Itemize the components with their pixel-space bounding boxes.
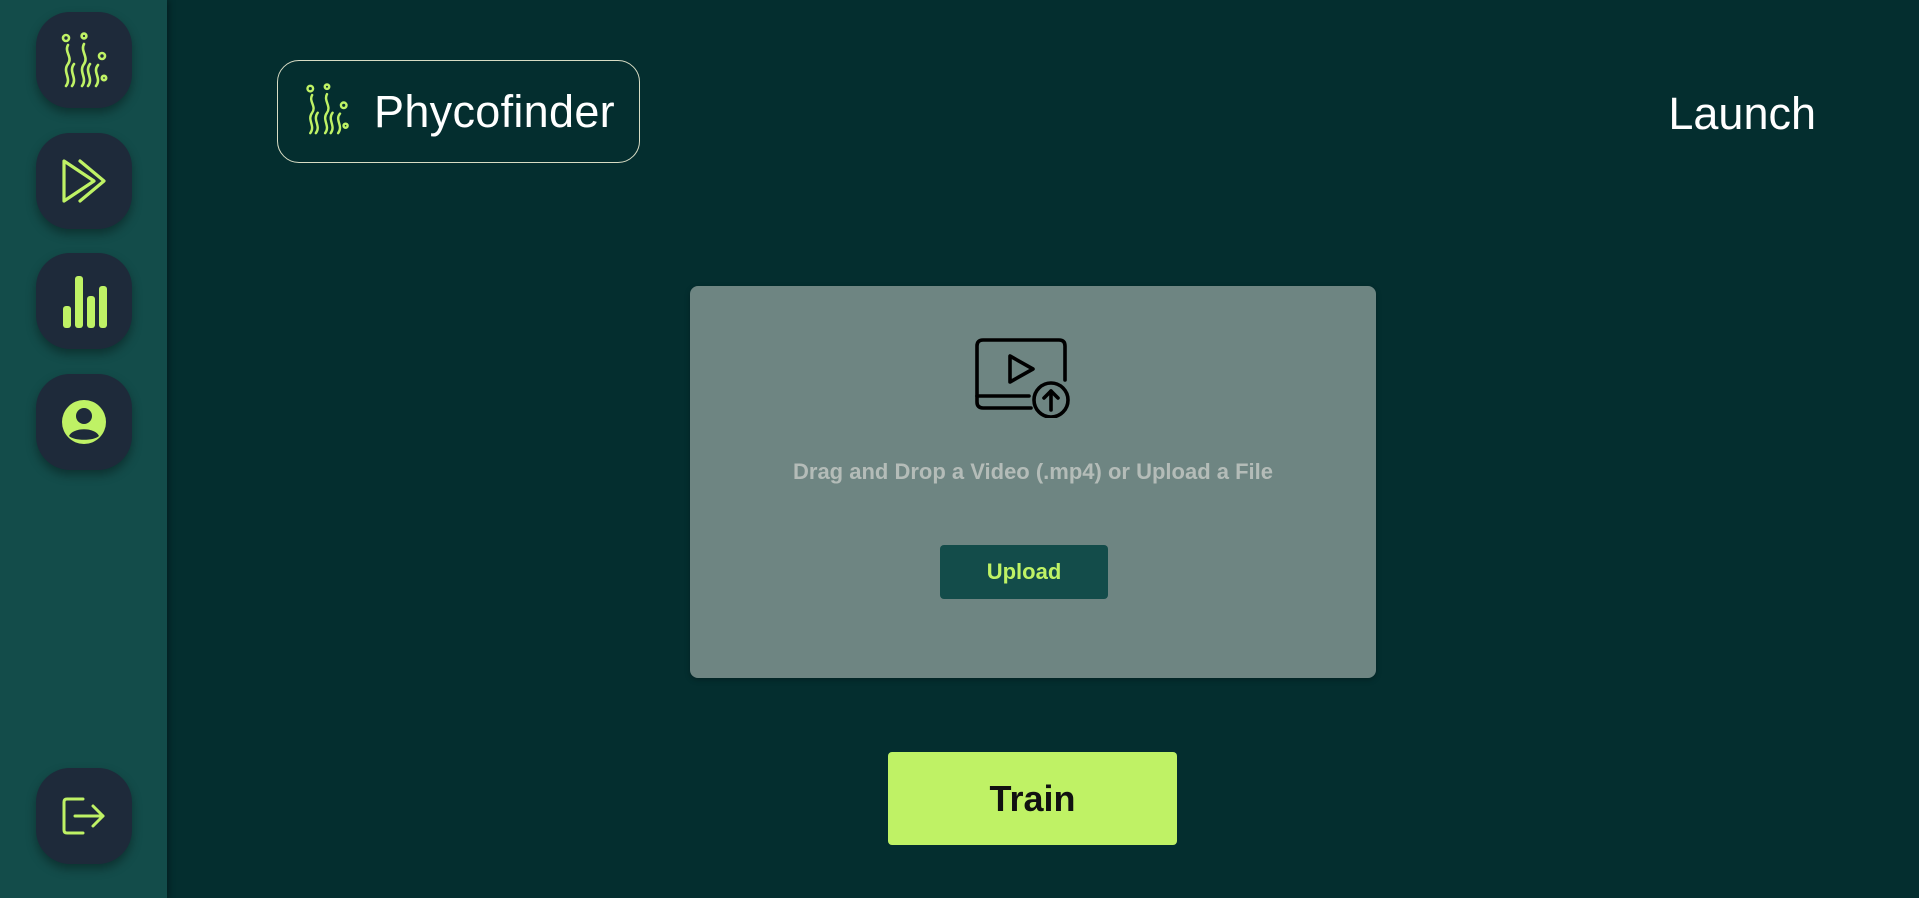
nav-link-launch[interactable]: Launch xyxy=(1668,88,1816,140)
seaweed-icon xyxy=(58,32,110,88)
sidebar-item-stats[interactable] xyxy=(36,253,132,349)
user-circle-icon xyxy=(61,399,107,445)
logout-icon xyxy=(61,795,107,837)
dropzone-instruction: Drag and Drop a Video (.mp4) or Upload a… xyxy=(793,459,1273,484)
logout-button[interactable] xyxy=(36,768,132,864)
sidebar-item-account[interactable] xyxy=(36,374,132,470)
play-icon xyxy=(60,156,108,206)
upload-button[interactable]: Upload xyxy=(940,545,1108,599)
video-upload-icon xyxy=(973,336,1073,423)
sidebar-item-home[interactable] xyxy=(36,12,132,108)
sidebar-item-launch[interactable] xyxy=(36,133,132,229)
bar-chart-icon xyxy=(61,274,107,328)
seaweed-icon xyxy=(302,83,352,140)
app-title: Phycofinder xyxy=(374,85,615,137)
train-button[interactable]: Train xyxy=(888,752,1177,845)
app-logo[interactable]: Phycofinder xyxy=(277,60,640,163)
upload-dropzone[interactable]: Drag and Drop a Video (.mp4) or Upload a… xyxy=(690,286,1376,678)
sidebar xyxy=(0,0,167,898)
